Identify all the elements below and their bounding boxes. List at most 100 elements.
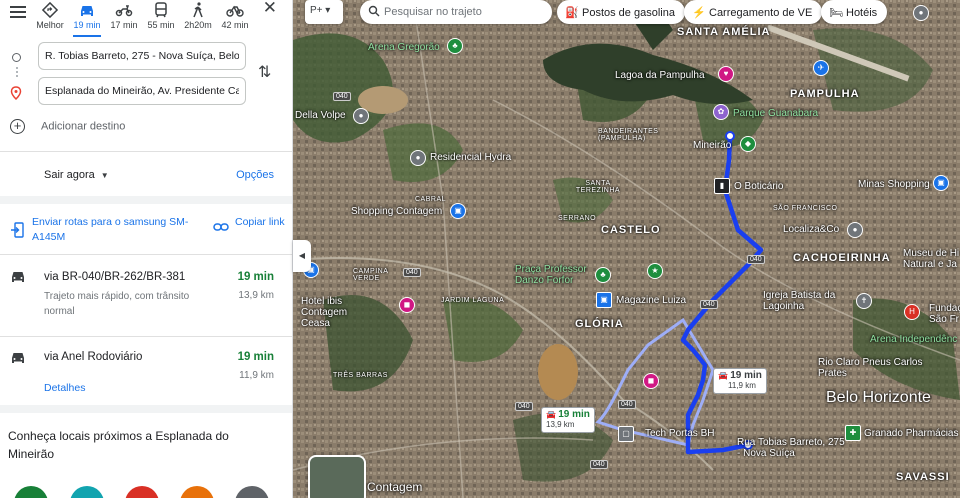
map-label: SAVASSI: [896, 471, 950, 483]
layer-thumbnail[interactable]: [308, 455, 366, 498]
route-callout-selected[interactable]: 🚘 19 min 13,9 km: [541, 407, 595, 433]
route-time: 19 min: [237, 271, 274, 283]
mode-best[interactable]: Melhor: [30, 0, 70, 34]
copy-link-button[interactable]: Copiar link: [235, 215, 285, 230]
map-label[interactable]: Hotel ibis Contagem Ceasa: [301, 296, 371, 329]
place-icon[interactable]: ▢: [618, 426, 634, 442]
car-icon: 🚘: [718, 371, 728, 380]
mode-driving[interactable]: 19 min: [67, 0, 107, 37]
collapse-panel-button[interactable]: ◀: [293, 240, 311, 272]
nearby-category-button[interactable]: [180, 486, 214, 498]
nearby-category-button[interactable]: [70, 486, 104, 498]
divider: [0, 254, 292, 255]
nearby-category-button[interactable]: [125, 486, 159, 498]
place-icon[interactable]: ●: [913, 5, 929, 21]
paw-icon[interactable]: ✿: [713, 104, 729, 120]
chip-label: Carregamento de VE: [709, 7, 813, 19]
map-label[interactable]: Fundaçã São Fr: [929, 303, 960, 325]
ev-charging-icon: ⚡: [692, 7, 706, 19]
callout-time: 19 min: [558, 409, 590, 420]
airport-icon[interactable]: ✈: [813, 60, 829, 76]
place-icon[interactable]: ●: [847, 222, 863, 238]
route-callout[interactable]: 🚘 19 min 11,9 km: [713, 368, 767, 394]
nearby-category-button[interactable]: [14, 486, 48, 498]
divider: [0, 336, 292, 337]
origin-input[interactable]: [38, 42, 246, 70]
park-icon[interactable]: ★: [647, 263, 663, 279]
search-icon: [368, 5, 380, 17]
layers-button[interactable]: P+ ▾: [305, 0, 343, 24]
map-label[interactable]: Residencial Hydra: [430, 152, 511, 163]
hotel-icon[interactable]: ◼: [399, 297, 415, 313]
map-label[interactable]: Rio Claro Pneus Carlos Prates: [818, 357, 928, 379]
destination-input[interactable]: [38, 77, 246, 105]
send-routes-link[interactable]: Enviar rotas para o samsung SM-A145M: [32, 215, 192, 245]
route-distance: 11,9 km: [239, 370, 274, 381]
send-to-device-icon: [11, 222, 24, 238]
park-icon[interactable]: ♣: [447, 38, 463, 54]
route-distance: 13,9 km: [238, 290, 274, 301]
hotel-icon[interactable]: ◼: [643, 373, 659, 389]
map-label[interactable]: Localiza&Co: [783, 224, 839, 235]
park-icon[interactable]: ♣: [595, 267, 611, 283]
map-label[interactable]: Arena Independênc: [870, 334, 957, 345]
map-label[interactable]: Mineirão: [693, 140, 731, 151]
map-label[interactable]: Granado Pharmácias: [864, 428, 959, 439]
map-label[interactable]: Tech Portas BH: [645, 428, 714, 439]
route-subtitle: Trajeto mais rápido, com trânsito normal: [44, 291, 190, 317]
divider: [0, 196, 292, 204]
map-label[interactable]: Shopping Contagem: [351, 206, 442, 217]
options-button[interactable]: Opções: [236, 169, 274, 181]
callout-distance: 11,9 km: [728, 381, 756, 390]
map-label: Contagem: [367, 480, 423, 494]
nearby-category-button[interactable]: [235, 486, 269, 498]
directions-panel: Melhor 19 min 17 min 55 min 2h20m 42 min…: [0, 0, 293, 498]
place-icon[interactable]: ●: [410, 150, 426, 166]
mode-label: 17 min: [110, 20, 138, 30]
map-label[interactable]: Igreja Batista da Lagoinha: [763, 290, 843, 312]
map-label[interactable]: O Boticário: [734, 181, 783, 192]
menu-icon[interactable]: [10, 4, 26, 20]
chip-ev-charging[interactable]: ⚡ Carregamento de VE: [684, 0, 823, 24]
mode-bicycle[interactable]: 42 min: [215, 0, 255, 34]
destination-pin-icon: [10, 86, 22, 100]
map-label[interactable]: Museu de Hi Natural e Ja: [903, 248, 960, 270]
store-icon[interactable]: ▮: [714, 178, 730, 194]
gas-station-icon: ⛽: [565, 7, 579, 19]
map-label[interactable]: Minas Shopping: [858, 179, 930, 190]
map-label[interactable]: Arena Gregorão: [368, 42, 440, 53]
map-label[interactable]: Della Volpe: [295, 110, 346, 121]
map-label[interactable]: Magazine Luiza: [616, 295, 686, 306]
destination-map-label[interactable]: Rua Tobias Barreto, 275 - Nova Suíça: [737, 437, 847, 459]
map-label[interactable]: Praça Professor Danzo Forfor: [515, 264, 595, 286]
shopping-icon[interactable]: ▣: [596, 292, 612, 308]
map-label: SANTA TEREZINHA: [575, 180, 621, 194]
swap-icon[interactable]: ⇅: [258, 62, 271, 82]
mode-walking[interactable]: 2h20m: [178, 0, 218, 34]
close-icon[interactable]: ✕: [263, 0, 277, 16]
map-label[interactable]: Lagoa da Pampulha: [615, 70, 705, 81]
map-label[interactable]: Parque Guanabara: [733, 108, 818, 119]
map-label: PAMPULHA: [790, 88, 860, 100]
chip-hotels[interactable]: 🛏 Hotéis: [821, 0, 888, 24]
hospital-icon[interactable]: H: [904, 304, 920, 320]
map-label: CACHOEIRINHA: [793, 252, 891, 264]
church-icon[interactable]: ✝: [856, 293, 872, 309]
details-link[interactable]: Detalhes: [44, 382, 85, 394]
route-search-input[interactable]: Pesquisar no trajeto: [360, 0, 552, 24]
map-label: SANTA AMÉLIA: [677, 26, 771, 38]
place-icon[interactable]: ●: [353, 108, 369, 124]
map-label: JARDIM LAGUNA: [441, 297, 505, 304]
satellite-map[interactable]: Arena Gregorão SANTA AMÉLIA Lagoa da Pam…: [293, 0, 960, 498]
pharmacy-icon[interactable]: ✚: [845, 425, 861, 441]
mode-transit[interactable]: 55 min: [141, 0, 181, 34]
shopping-icon[interactable]: ▣: [933, 175, 949, 191]
layers-label: P+: [310, 5, 323, 16]
chip-gas-stations[interactable]: ⛽ Postos de gasolina: [557, 0, 685, 24]
shopping-icon[interactable]: ▣: [450, 203, 466, 219]
add-destination-button[interactable]: + Adicionar destino: [10, 119, 125, 134]
attraction-icon[interactable]: ♥: [718, 66, 734, 82]
stadium-icon[interactable]: ◆: [740, 136, 756, 152]
mode-motorcycle[interactable]: 17 min: [104, 0, 144, 34]
leave-now-dropdown[interactable]: Sair agora ▼: [44, 169, 109, 181]
